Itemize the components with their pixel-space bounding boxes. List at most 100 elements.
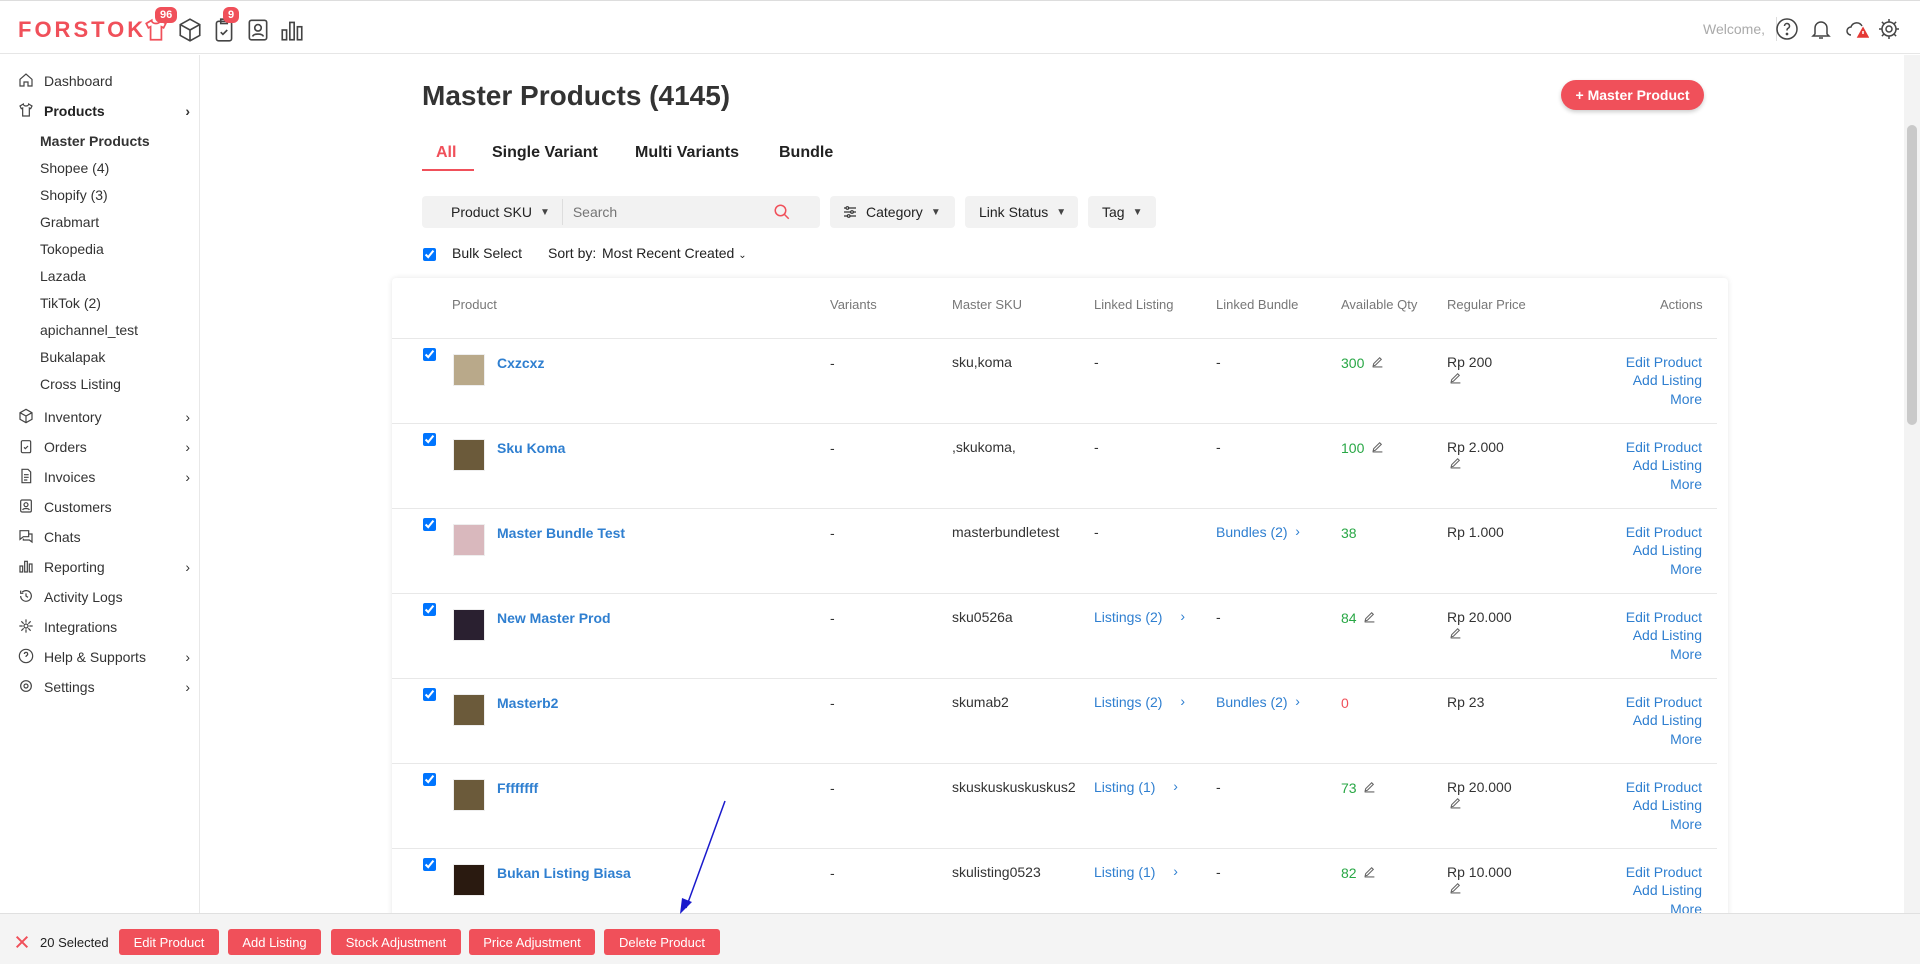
more-link[interactable]: More [1580, 391, 1702, 407]
linked-listing-cell[interactable]: Listing (1) [1094, 864, 1155, 880]
help-icon[interactable] [1775, 17, 1799, 41]
more-link[interactable]: More [1580, 816, 1702, 832]
sidebar-sub-lazada[interactable]: Lazada [40, 268, 86, 284]
reporting-chart-icon[interactable] [279, 17, 305, 43]
sidebar-item-orders[interactable]: Orders › [18, 435, 190, 459]
pencil-icon[interactable] [1449, 796, 1462, 809]
link-status-filter[interactable]: Link Status ▼ [965, 196, 1078, 228]
edit-product-link[interactable]: Edit Product [1580, 524, 1702, 540]
sidebar-item-settings[interactable]: Settings › [18, 675, 190, 699]
more-link[interactable]: More [1580, 731, 1702, 747]
sidebar-item-invoices[interactable]: Invoices › [18, 465, 190, 489]
scrollbar-thumb[interactable] [1907, 125, 1917, 425]
sort-select[interactable]: Most Recent Created ⌄ [602, 245, 747, 261]
add-listing-link[interactable]: Add Listing [1580, 797, 1702, 813]
tab-multi-variants[interactable]: Multi Variants [635, 144, 739, 162]
product-name-link[interactable]: Bukan Listing Biasa [497, 865, 631, 881]
pencil-icon[interactable] [1363, 865, 1376, 878]
cloud-alert-icon[interactable] [1845, 17, 1870, 41]
scrollbar[interactable] [1904, 55, 1920, 915]
bulk-add-listing-button[interactable]: Add Listing [228, 929, 321, 955]
linked-listing-cell[interactable]: Listings (2) [1094, 609, 1162, 625]
sidebar-item-inventory[interactable]: Inventory › [18, 405, 190, 429]
product-name-link[interactable]: Cxzcxz [497, 355, 544, 371]
search-by-select[interactable]: Product SKU [451, 204, 532, 220]
add-listing-link[interactable]: Add Listing [1580, 627, 1702, 643]
row-checkbox[interactable] [423, 348, 436, 361]
tag-filter[interactable]: Tag ▼ [1088, 196, 1156, 228]
products-shirt-icon[interactable]: 96 [143, 7, 178, 43]
pencil-icon[interactable] [1371, 355, 1384, 368]
tab-single-variant[interactable]: Single Variant [492, 144, 598, 162]
row-checkbox[interactable] [423, 518, 436, 531]
linked-listing-cell[interactable]: Listing (1) [1094, 779, 1155, 795]
category-filter[interactable]: Category ▼ [830, 196, 955, 228]
tab-bundle[interactable]: Bundle [779, 144, 833, 162]
sidebar-sub-grabmart[interactable]: Grabmart [40, 214, 99, 230]
bulk-price-adjustment-button[interactable]: Price Adjustment [469, 929, 595, 955]
row-checkbox[interactable] [423, 433, 436, 446]
row-checkbox[interactable] [423, 603, 436, 616]
pencil-icon[interactable] [1449, 371, 1462, 384]
pencil-icon[interactable] [1363, 610, 1376, 623]
sidebar-sub-shopify[interactable]: Shopify (3) [40, 187, 108, 203]
logo[interactable]: FORSTOK [18, 17, 146, 43]
sidebar-item-chats[interactable]: Chats [18, 525, 190, 549]
sidebar-item-activity-logs[interactable]: Activity Logs [18, 585, 190, 609]
linked-bundle-cell[interactable]: Bundles (2) [1216, 694, 1288, 710]
tab-all[interactable]: All [436, 144, 456, 162]
sidebar-sub-tiktok[interactable]: TikTok (2) [40, 295, 101, 311]
sidebar-sub-bukalapak[interactable]: Bukalapak [40, 349, 105, 365]
add-master-product-button[interactable]: + Master Product [1561, 80, 1704, 110]
add-listing-link[interactable]: Add Listing [1580, 712, 1702, 728]
sidebar-item-dashboard[interactable]: Dashboard [18, 69, 190, 93]
more-link[interactable]: More [1580, 561, 1702, 577]
bell-icon[interactable] [1809, 17, 1833, 41]
sidebar-sub-master-products[interactable]: Master Products [40, 133, 150, 149]
sidebar-sub-apichannel[interactable]: apichannel_test [40, 322, 138, 338]
sidebar-item-products[interactable]: Products › [18, 99, 190, 123]
edit-product-link[interactable]: Edit Product [1580, 439, 1702, 455]
row-checkbox[interactable] [423, 858, 436, 871]
sidebar-sub-tokopedia[interactable]: Tokopedia [40, 241, 104, 257]
sidebar-item-integrations[interactable]: Integrations [18, 615, 190, 639]
sidebar-item-help[interactable]: Help & Supports › [18, 645, 190, 669]
sidebar-sub-shopee[interactable]: Shopee (4) [40, 160, 109, 176]
sidebar-item-customers[interactable]: Customers [18, 495, 190, 519]
row-checkbox[interactable] [423, 688, 436, 701]
bulk-delete-product-button[interactable]: Delete Product [604, 929, 720, 955]
pencil-icon[interactable] [1363, 780, 1376, 793]
row-checkbox[interactable] [423, 773, 436, 786]
inventory-box-icon[interactable] [177, 17, 203, 43]
edit-product-link[interactable]: Edit Product [1580, 354, 1702, 370]
close-icon[interactable] [14, 934, 30, 950]
pencil-icon[interactable] [1449, 881, 1462, 894]
pencil-icon[interactable] [1371, 440, 1384, 453]
search-input[interactable] [572, 204, 773, 220]
pencil-icon[interactable] [1449, 456, 1462, 469]
orders-clipboard-icon[interactable]: 9 [211, 7, 240, 43]
edit-product-link[interactable]: Edit Product [1580, 694, 1702, 710]
edit-product-link[interactable]: Edit Product [1580, 779, 1702, 795]
pencil-icon[interactable] [1449, 626, 1462, 639]
linked-bundle-cell[interactable]: Bundles (2) [1216, 524, 1288, 540]
search-icon[interactable] [773, 203, 791, 221]
edit-product-link[interactable]: Edit Product [1580, 609, 1702, 625]
add-listing-link[interactable]: Add Listing [1580, 457, 1702, 473]
gear-icon[interactable] [1877, 17, 1901, 41]
more-link[interactable]: More [1580, 646, 1702, 662]
sidebar-item-reporting[interactable]: Reporting › [18, 555, 190, 579]
contacts-icon[interactable] [245, 17, 271, 43]
product-name-link[interactable]: New Master Prod [497, 610, 611, 626]
add-listing-link[interactable]: Add Listing [1580, 882, 1702, 898]
more-link[interactable]: More [1580, 476, 1702, 492]
bulk-edit-product-button[interactable]: Edit Product [119, 929, 219, 955]
product-name-link[interactable]: Master Bundle Test [497, 525, 625, 541]
sidebar-sub-cross-listing[interactable]: Cross Listing [40, 376, 121, 392]
add-listing-link[interactable]: Add Listing [1580, 542, 1702, 558]
product-name-link[interactable]: Ffffffff [497, 780, 538, 796]
product-name-link[interactable]: Masterb2 [497, 695, 558, 711]
edit-product-link[interactable]: Edit Product [1580, 864, 1702, 880]
add-listing-link[interactable]: Add Listing [1580, 372, 1702, 388]
product-name-link[interactable]: Sku Koma [497, 440, 565, 456]
